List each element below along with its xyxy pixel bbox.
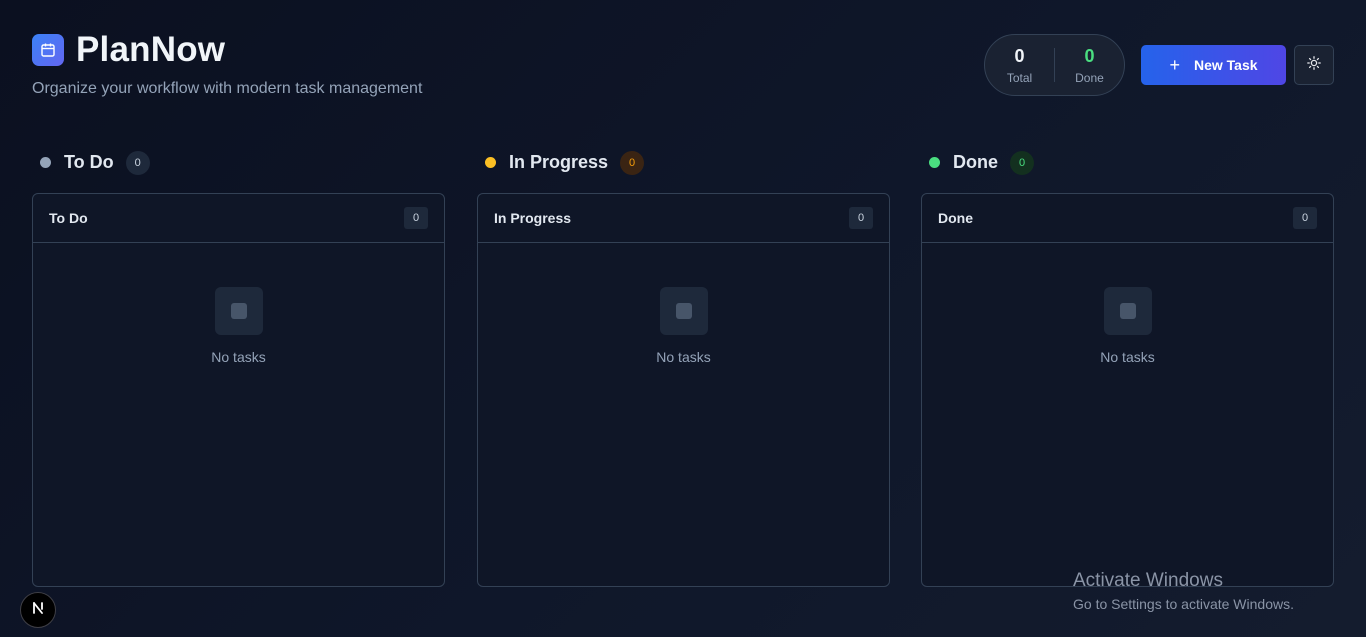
column-count-badge: 0 [1010, 150, 1034, 175]
empty-state-icon [1103, 287, 1152, 335]
status-dot [485, 157, 496, 168]
panel-count-badge: 0 [404, 207, 428, 229]
panel-title: To Do [49, 210, 88, 226]
empty-state-text: No tasks [211, 349, 266, 365]
stat-done-value: 0 [1084, 45, 1095, 66]
column-in-progress: In Progress 0 In Progress 0 No tasks [477, 150, 890, 587]
theme-toggle-button[interactable] [1294, 45, 1334, 85]
empty-state: No tasks [33, 243, 444, 365]
empty-state-text: No tasks [656, 349, 711, 365]
column-count-badge: 0 [620, 150, 645, 175]
new-task-label: New Task [1193, 57, 1258, 73]
brand: PlanNow [32, 30, 422, 70]
activation-watermark: Activate Windows Go to Settings to activ… [1073, 570, 1294, 612]
column-header: In Progress 0 [485, 150, 890, 175]
column-title: In Progress [509, 152, 609, 172]
panel-header: To Do 0 [33, 194, 444, 243]
column-title: Done [953, 152, 998, 172]
stat-total-label: Total [1006, 70, 1033, 85]
status-dot [40, 157, 51, 168]
column-todo: To Do 0 To Do 0 No tasks [32, 150, 445, 587]
task-dropzone[interactable]: To Do 0 No tasks [32, 193, 445, 587]
page-header: PlanNow Organize your workflow with mode… [32, 30, 422, 98]
task-dropzone[interactable]: Done 0 No tasks [921, 193, 1334, 587]
panel-count-badge: 0 [849, 207, 873, 229]
status-dot [929, 157, 940, 168]
column-done: Done 0 Done 0 No tasks [921, 150, 1334, 587]
app-title: PlanNow [76, 30, 226, 69]
column-header: Done 0 [929, 150, 1334, 175]
app-subtitle: Organize your workflow with modern task … [32, 80, 423, 97]
dev-tools-badge[interactable] [20, 592, 56, 628]
panel-count-badge: 0 [1293, 207, 1317, 229]
watermark-subtitle: Go to Settings to activate Windows. [1073, 596, 1294, 612]
watermark-title: Activate Windows [1073, 570, 1223, 591]
panel-header: Done 0 [922, 194, 1333, 243]
next-logo-icon [31, 601, 45, 620]
task-dropzone[interactable]: In Progress 0 No tasks [477, 193, 890, 587]
empty-state-text: No tasks [1100, 349, 1155, 365]
panel-header: In Progress 0 [478, 194, 889, 243]
stat-done-label: Done [1075, 70, 1104, 85]
new-task-button[interactable]: + New Task [1141, 45, 1286, 85]
task-stats: 0 Total 0 Done [984, 34, 1125, 96]
column-title: To Do [64, 152, 114, 172]
empty-state: No tasks [922, 243, 1333, 365]
sun-icon [1307, 55, 1321, 75]
panel-title: In Progress [494, 210, 572, 226]
plus-icon: + [1169, 55, 1180, 75]
column-header: To Do 0 [40, 150, 445, 175]
empty-state-icon [659, 287, 708, 335]
panel-title: Done [938, 210, 973, 226]
calendar-icon [32, 34, 64, 66]
empty-state: No tasks [478, 243, 889, 365]
column-count-badge: 0 [125, 150, 150, 175]
empty-state-icon [214, 287, 263, 335]
stat-total: 0 Total [985, 46, 1054, 85]
stat-total-value: 0 [1014, 45, 1025, 66]
stat-done: 0 Done [1055, 46, 1124, 85]
